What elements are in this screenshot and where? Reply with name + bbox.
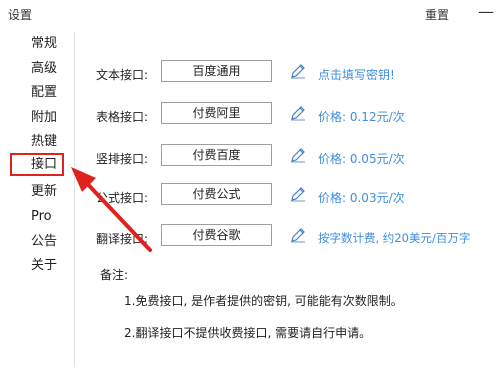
translate-interface-select[interactable]: 付费谷歌 — [161, 224, 272, 246]
sidebar-item-interface[interactable]: 接口 — [10, 153, 64, 176]
text-interface-note[interactable]: 点击填写密钥! — [318, 66, 395, 83]
edit-pencil-icon[interactable] — [290, 147, 306, 163]
formula-interface-label: 公式接口: — [96, 191, 149, 205]
sidebar-item-announcement[interactable]: 公告 — [10, 230, 64, 253]
reset-button[interactable]: 重置 — [425, 6, 449, 23]
formula-interface-price: 价格: 0.03元/次 — [318, 191, 405, 205]
note-line: 2.翻译接口不提供收费接口, 需要请自行申请。 — [124, 326, 372, 340]
table-interface-label: 表格接口: — [96, 110, 149, 124]
notes-title: 备注: — [100, 268, 129, 282]
table-interface-price: 价格: 0.12元/次 — [318, 110, 405, 124]
edit-pencil-icon[interactable] — [290, 105, 306, 121]
sidebar-item-extra[interactable]: 附加 — [10, 106, 64, 129]
sidebar-item-pro[interactable]: Pro — [10, 205, 64, 228]
sidebar-item-about[interactable]: 关于 — [10, 254, 64, 277]
text-interface-select[interactable]: 百度通用 — [161, 60, 272, 82]
edit-pencil-icon[interactable] — [290, 186, 306, 202]
sidebar-item-update[interactable]: 更新 — [10, 180, 64, 203]
table-interface-select[interactable]: 付费阿里 — [161, 102, 272, 124]
translate-interface-label: 翻译接口: — [96, 232, 149, 246]
sidebar-item-general[interactable]: 常规 — [10, 32, 64, 55]
text-interface-label: 文本接口: — [96, 68, 149, 82]
sidebar-divider — [74, 32, 75, 367]
sidebar-item-hotkey[interactable]: 热键 — [10, 130, 64, 153]
vertical-interface-label: 竖排接口: — [96, 152, 149, 166]
vertical-interface-price: 价格: 0.05元/次 — [318, 152, 405, 166]
minimize-icon[interactable]: — — [478, 3, 494, 21]
translate-interface-price: 按字数计费, 约20美元/百万字 — [318, 231, 471, 245]
edit-pencil-icon[interactable] — [290, 227, 306, 243]
window-title: 设置 — [8, 8, 33, 22]
sidebar-item-config[interactable]: 配置 — [10, 81, 64, 104]
formula-interface-select[interactable]: 付费公式 — [161, 183, 272, 205]
sidebar-item-advanced[interactable]: 高级 — [10, 57, 64, 80]
vertical-interface-select[interactable]: 付费百度 — [161, 144, 272, 166]
edit-pencil-icon[interactable] — [290, 63, 306, 79]
note-line: 1.免费接口, 是作者提供的密钥, 可能能有次数限制。 — [124, 294, 403, 308]
